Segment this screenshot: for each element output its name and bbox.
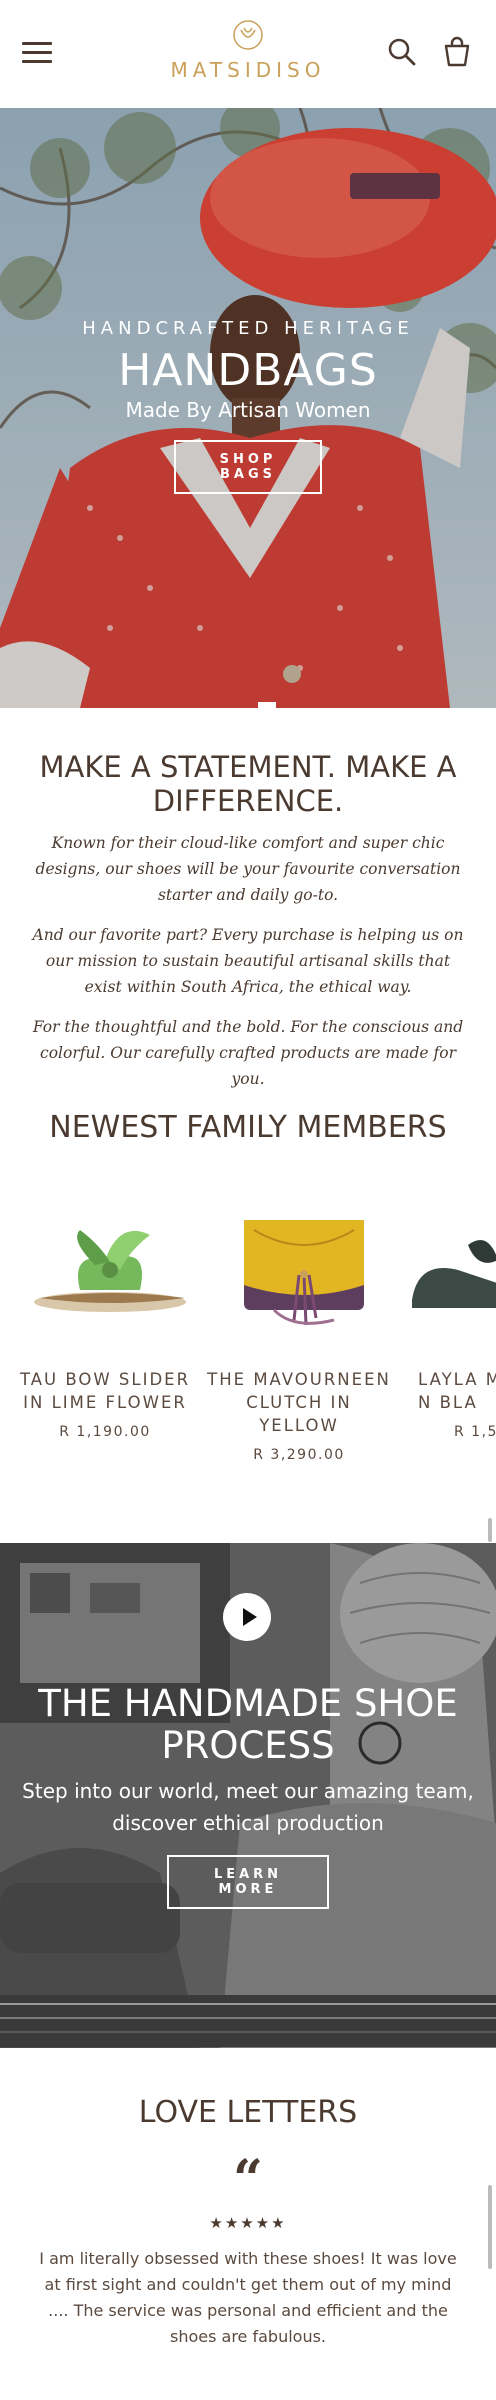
statement-paragraph-3: For the thoughtful and the bold. For the… [32,1018,464,1088]
process-section: THE HANDMADE SHOE PROCESS Step into our … [0,1543,496,2048]
quote-icon: “ [233,2149,263,2210]
product-image[interactable] [204,1190,394,1340]
product-card[interactable]: TAU BOW SLIDER IN LIME FLOWER R 1,190.00 [10,1190,200,1440]
process-title: THE HANDMADE SHOE PROCESS [38,1682,458,1767]
logo-text: MATSIDISO [170,58,326,82]
product-price: R 1,59 [454,1424,496,1440]
play-video-button[interactable] [223,1593,271,1641]
video-controls-bar [0,1995,496,2047]
slide-dot-active[interactable] [258,702,276,708]
hero-kicker: HANDCRAFTED HERITAGE [82,318,414,339]
hero-subtitle: Made By Artisan Women [125,398,371,422]
product-image[interactable] [398,1190,496,1340]
product-name[interactable]: TAU BOW SLIDER IN LIME FLOWER [10,1368,200,1414]
products-title: NEWEST FAMILY MEMBERS [49,1110,447,1145]
cart-icon[interactable] [441,36,473,68]
brand-logo[interactable]: MATSIDISO [160,18,336,90]
testimonials-title: LOVE LETTERS [138,2095,358,2130]
logo-mark-icon [233,20,263,50]
product-card[interactable]: LAYLA M BLACK N BLA R 1,59 [398,1190,496,1440]
menu-icon[interactable] [22,40,54,66]
testimonial-text: I am literally obsessed with these shoes… [39,2249,457,2346]
product-carousel[interactable]: TAU BOW SLIDER IN LIME FLOWER R 1,190.00… [0,1190,496,1510]
scrollbar[interactable] [488,2185,492,2269]
search-icon[interactable] [386,36,418,68]
product-name[interactable]: THE MAVOURNEEN CLUTCH IN YELLOW [204,1368,394,1437]
learn-more-button[interactable]: LEARN MORE [167,1855,329,1909]
statement-paragraph-2: And our favorite part? Every purchase is… [32,926,464,996]
product-image[interactable] [10,1190,200,1340]
slide-indicator [0,702,496,708]
hero-banner: HANDCRAFTED HERITAGE HANDBAGS Made By Ar… [0,108,496,708]
statement-section: MAKE A STATEMENT. MAKE A DIFFERENCE. Kno… [0,750,496,1092]
shop-bags-button[interactable]: SHOP BAGS [174,440,322,494]
scrollbar[interactable] [488,1518,492,1542]
product-name[interactable]: LAYLA M BLACK N BLA [398,1368,496,1414]
statement-heading: MAKE A STATEMENT. MAKE A DIFFERENCE. [39,750,457,818]
product-price: R 3,290.00 [253,1447,345,1463]
product-card[interactable]: THE MAVOURNEEN CLUTCH IN YELLOW R 3,290.… [204,1190,394,1463]
process-text: THE HANDMADE SHOE PROCESS Step into our … [0,1683,496,1909]
rating-stars: ★★★★★ [209,2214,287,2232]
site-header: MATSIDISO [0,0,496,108]
process-subtitle: Step into our world, meet our amazing te… [22,1779,474,1835]
product-price: R 1,190.00 [59,1424,151,1440]
hero-text: HANDCRAFTED HERITAGE HANDBAGS Made By Ar… [0,318,496,494]
statement-paragraph-1: Known for their cloud-like comfort and s… [35,834,461,904]
hero-title: HANDBAGS [118,345,378,396]
